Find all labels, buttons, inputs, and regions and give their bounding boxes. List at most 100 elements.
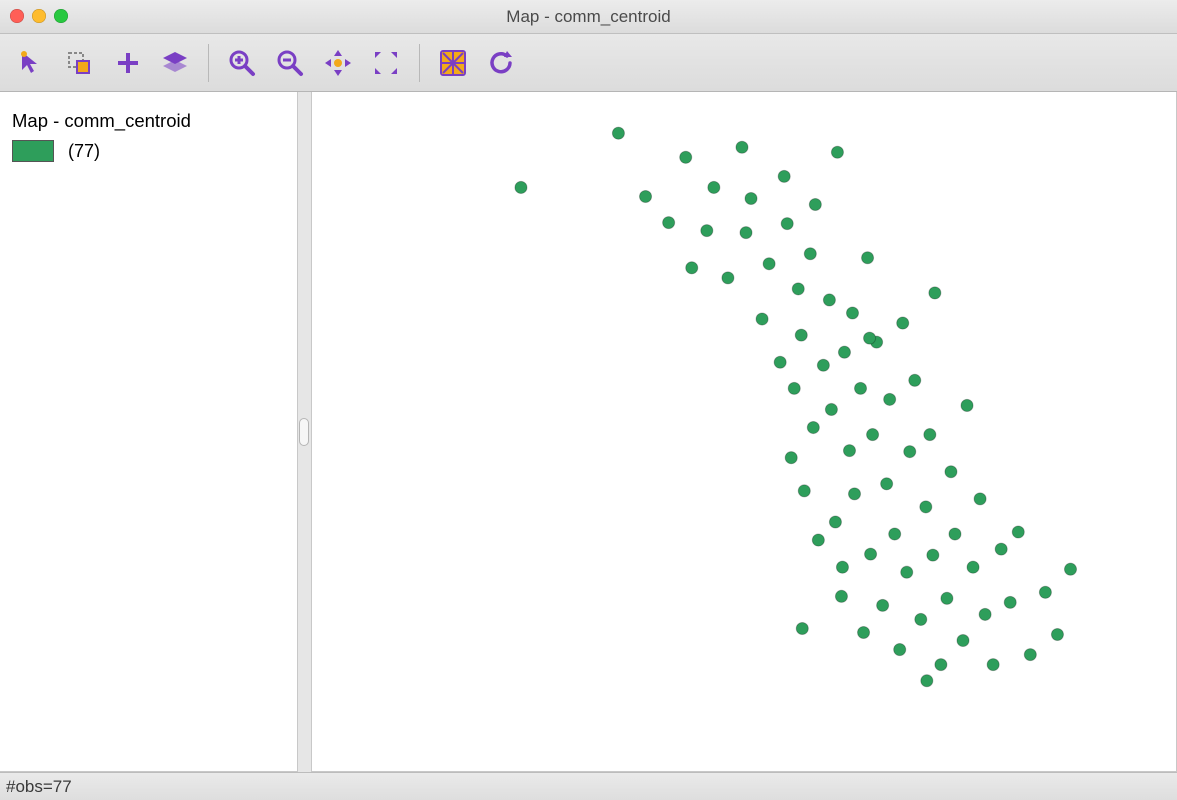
map-point[interactable] xyxy=(708,181,720,193)
map-point[interactable] xyxy=(915,613,927,625)
map-point[interactable] xyxy=(894,644,906,656)
map-point[interactable] xyxy=(796,622,808,634)
map-point[interactable] xyxy=(825,403,837,415)
map-point[interactable] xyxy=(974,493,986,505)
map-point[interactable] xyxy=(904,446,916,458)
map-point[interactable] xyxy=(924,429,936,441)
map-point[interactable] xyxy=(680,151,692,163)
map-point[interactable] xyxy=(809,198,821,210)
map-point[interactable] xyxy=(807,422,819,434)
basemap-icon xyxy=(438,48,468,78)
map-point[interactable] xyxy=(781,218,793,230)
map-point[interactable] xyxy=(864,332,876,344)
close-window-button[interactable] xyxy=(10,9,24,23)
map-point[interactable] xyxy=(829,516,841,528)
map-point[interactable] xyxy=(865,548,877,560)
map-point[interactable] xyxy=(881,478,893,490)
map-point[interactable] xyxy=(877,599,889,611)
map-point[interactable] xyxy=(774,356,786,368)
map-point[interactable] xyxy=(831,146,843,158)
window-titlebar: Map - comm_centroid xyxy=(0,0,1177,34)
map-point[interactable] xyxy=(701,225,713,237)
map-point[interactable] xyxy=(897,317,909,329)
map-canvas-container[interactable] xyxy=(312,92,1177,772)
map-point[interactable] xyxy=(612,127,624,139)
basemap-button[interactable] xyxy=(432,42,474,84)
map-point[interactable] xyxy=(817,359,829,371)
map-point[interactable] xyxy=(640,190,652,202)
map-canvas[interactable] xyxy=(312,92,1176,755)
map-point[interactable] xyxy=(736,141,748,153)
add-layer-button[interactable] xyxy=(106,42,148,84)
map-point[interactable] xyxy=(920,501,932,513)
map-point[interactable] xyxy=(788,382,800,394)
map-point[interactable] xyxy=(995,543,1007,555)
map-point[interactable] xyxy=(756,313,768,325)
map-point[interactable] xyxy=(778,170,790,182)
map-point[interactable] xyxy=(763,258,775,270)
toolbar xyxy=(0,34,1177,92)
map-point[interactable] xyxy=(921,675,933,687)
map-point[interactable] xyxy=(1004,596,1016,608)
select-tool-button[interactable] xyxy=(10,42,52,84)
toolbar-separator xyxy=(208,44,209,82)
map-point[interactable] xyxy=(795,329,807,341)
zoom-in-button[interactable] xyxy=(221,42,263,84)
invert-select-button[interactable] xyxy=(58,42,100,84)
map-point[interactable] xyxy=(745,192,757,204)
map-point[interactable] xyxy=(515,181,527,193)
invert-select-icon xyxy=(64,48,94,78)
map-point[interactable] xyxy=(823,294,835,306)
map-point[interactable] xyxy=(862,252,874,264)
map-point[interactable] xyxy=(846,307,858,319)
map-point[interactable] xyxy=(785,452,797,464)
map-point[interactable] xyxy=(792,283,804,295)
layers-button[interactable] xyxy=(154,42,196,84)
map-point[interactable] xyxy=(722,272,734,284)
pan-button[interactable] xyxy=(317,42,359,84)
map-point[interactable] xyxy=(979,608,991,620)
map-point[interactable] xyxy=(884,393,896,405)
map-point[interactable] xyxy=(967,561,979,573)
map-point[interactable] xyxy=(927,549,939,561)
panel-splitter[interactable] xyxy=(298,92,312,772)
map-point[interactable] xyxy=(835,590,847,602)
map-point[interactable] xyxy=(961,399,973,411)
map-point[interactable] xyxy=(812,534,824,546)
map-point[interactable] xyxy=(949,528,961,540)
map-point[interactable] xyxy=(889,528,901,540)
map-point[interactable] xyxy=(941,592,953,604)
map-point[interactable] xyxy=(838,346,850,358)
map-point[interactable] xyxy=(740,227,752,239)
status-obs-count: #obs=77 xyxy=(6,777,72,797)
minimize-window-button[interactable] xyxy=(32,9,46,23)
map-point[interactable] xyxy=(1024,649,1036,661)
refresh-button[interactable] xyxy=(480,42,522,84)
map-point[interactable] xyxy=(929,287,941,299)
zoom-out-button[interactable] xyxy=(269,42,311,84)
map-point[interactable] xyxy=(987,659,999,671)
map-point[interactable] xyxy=(798,485,810,497)
map-point[interactable] xyxy=(855,382,867,394)
map-point[interactable] xyxy=(858,626,870,638)
map-point[interactable] xyxy=(836,561,848,573)
status-bar: #obs=77 xyxy=(0,772,1177,800)
map-point[interactable] xyxy=(945,466,957,478)
map-point[interactable] xyxy=(663,217,675,229)
map-point[interactable] xyxy=(867,429,879,441)
map-point[interactable] xyxy=(1012,526,1024,538)
map-point[interactable] xyxy=(935,659,947,671)
map-point[interactable] xyxy=(957,635,969,647)
full-extent-button[interactable] xyxy=(365,42,407,84)
legend-swatch xyxy=(12,140,54,162)
map-point[interactable] xyxy=(1051,628,1063,640)
map-point[interactable] xyxy=(804,248,816,260)
map-point[interactable] xyxy=(1039,586,1051,598)
map-point[interactable] xyxy=(843,445,855,457)
map-point[interactable] xyxy=(909,374,921,386)
map-point[interactable] xyxy=(901,566,913,578)
zoom-window-button[interactable] xyxy=(54,9,68,23)
map-point[interactable] xyxy=(686,262,698,274)
map-point[interactable] xyxy=(1064,563,1076,575)
map-point[interactable] xyxy=(848,488,860,500)
